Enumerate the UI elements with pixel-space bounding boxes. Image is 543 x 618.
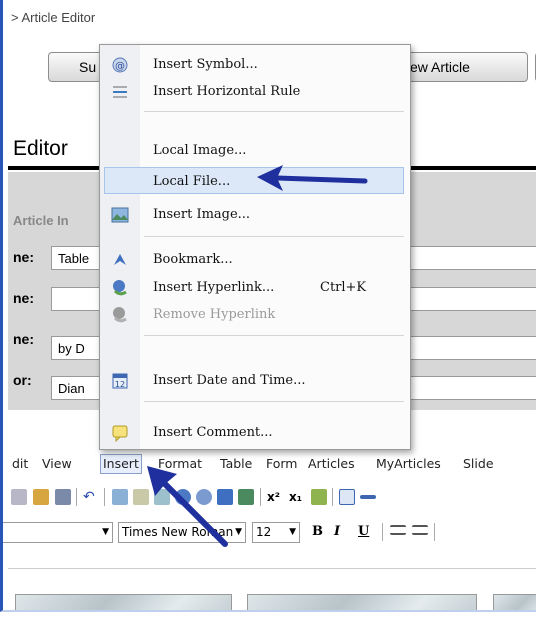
menu-item-label: Insert Symbol... bbox=[153, 57, 258, 72]
table-icon[interactable] bbox=[339, 489, 355, 505]
menu-item-label: Insert Hyperlink... bbox=[153, 280, 275, 295]
menu-insert[interactable]: Insert bbox=[100, 454, 142, 474]
field-label: ne: bbox=[13, 331, 34, 347]
menu-item-insert-symbol[interactable]: @ Insert Symbol... bbox=[100, 51, 410, 78]
menubar: dit View Insert Format Table Form Articl… bbox=[8, 452, 536, 476]
image-icon bbox=[111, 207, 129, 223]
underline-button[interactable]: U bbox=[358, 524, 369, 539]
svg-text:@: @ bbox=[115, 61, 125, 72]
paste-special-icon[interactable] bbox=[33, 489, 49, 505]
symbol-icon[interactable] bbox=[196, 489, 212, 505]
right-button[interactable] bbox=[535, 52, 536, 82]
menu-item-label: Insert Image... bbox=[153, 207, 251, 222]
menu-slide[interactable]: Slide bbox=[463, 456, 494, 471]
field-label: or: bbox=[13, 372, 32, 388]
menu-item-insert-date-time[interactable]: 12 Insert Date and Time... bbox=[100, 367, 410, 394]
breadcrumb[interactable]: > Article Editor bbox=[11, 10, 95, 25]
menu-format[interactable]: Format bbox=[158, 456, 202, 471]
subscript-icon[interactable]: x₁ bbox=[289, 489, 305, 505]
menu-item-label: Insert Horizontal Rule bbox=[153, 84, 301, 99]
size-value: 12 bbox=[256, 525, 272, 539]
menu-item-insert-hyperlink[interactable]: Insert Hyperlink... Ctrl+K bbox=[100, 274, 410, 301]
style-select[interactable]: ▼ bbox=[3, 522, 113, 543]
symbol-icon: @ bbox=[112, 57, 128, 73]
shortcut-label: Ctrl+K bbox=[320, 280, 367, 295]
undo-icon[interactable]: ↶ bbox=[83, 489, 99, 505]
menu-item-label: Insert Date and Time... bbox=[153, 373, 306, 388]
panel-legend: Article In bbox=[13, 213, 69, 228]
menu-item-remove-hyperlink: Remove Hyperlink bbox=[100, 301, 410, 328]
insert-menu: @ Insert Symbol... Insert Horizontal Rul… bbox=[99, 44, 411, 450]
hyperlink-icon[interactable] bbox=[175, 489, 191, 505]
comment-icon bbox=[112, 425, 128, 442]
menu-item-insert-comment[interactable]: Insert Comment... bbox=[100, 419, 410, 446]
indent-icon[interactable] bbox=[412, 525, 428, 535]
remove-hyperlink-icon bbox=[113, 307, 127, 323]
menu-form[interactable]: Form bbox=[266, 456, 298, 471]
editor-area-border bbox=[8, 568, 536, 569]
bookmark-icon[interactable] bbox=[217, 489, 233, 505]
menu-articles[interactable]: Articles bbox=[308, 456, 355, 471]
field-label: ne: bbox=[13, 249, 34, 265]
menu-myarticles[interactable]: MyArticles bbox=[376, 456, 441, 471]
paste-icon[interactable] bbox=[11, 489, 27, 505]
bold-button[interactable]: B bbox=[312, 524, 323, 539]
calendar-icon: 12 bbox=[112, 373, 128, 389]
menu-item-label: Remove Hyperlink bbox=[153, 307, 276, 322]
clear-format-icon[interactable] bbox=[311, 489, 327, 505]
thumbnail-image[interactable] bbox=[15, 594, 232, 610]
outdent-icon[interactable] bbox=[390, 525, 406, 535]
screenshot-frame: > Article Editor Su ew Article Editor Ar… bbox=[0, 0, 536, 612]
menu-separator bbox=[144, 236, 404, 237]
find-icon[interactable] bbox=[55, 489, 71, 505]
hyperlink-icon bbox=[113, 280, 127, 296]
menu-item-local-image[interactable]: Local Image... bbox=[100, 137, 410, 164]
menu-item-label: Local Image... bbox=[153, 143, 247, 158]
superscript-icon[interactable]: x² bbox=[267, 489, 283, 505]
copy-icon[interactable] bbox=[133, 489, 149, 505]
menu-view[interactable]: View bbox=[42, 456, 72, 471]
cut-icon[interactable] bbox=[112, 489, 128, 505]
toolbar-format: ▼ Times New Roman ▼ 12 ▼ B I U bbox=[3, 519, 536, 547]
more-icon[interactable] bbox=[360, 495, 376, 499]
thumbnail-image[interactable] bbox=[493, 594, 536, 610]
font-value: Times New Roman bbox=[122, 525, 234, 539]
font-select[interactable]: Times New Roman ▼ bbox=[118, 522, 246, 543]
horizontal-rule-icon bbox=[113, 86, 127, 98]
menu-separator bbox=[144, 111, 404, 112]
menu-item-insert-horizontal-rule[interactable]: Insert Horizontal Rule bbox=[100, 78, 410, 105]
menu-item-label: Bookmark... bbox=[153, 252, 233, 267]
italic-button[interactable]: I bbox=[334, 524, 340, 539]
toolbar-main: ↶ x² x₁ bbox=[8, 484, 536, 510]
size-select[interactable]: 12 ▼ bbox=[252, 522, 300, 543]
menu-table[interactable]: Table bbox=[220, 456, 252, 471]
menu-item-label: Insert Comment... bbox=[153, 425, 273, 440]
bookmark-icon bbox=[114, 254, 126, 265]
menu-item-local-file[interactable]: Local File... bbox=[104, 167, 404, 194]
thumbnail-image[interactable] bbox=[247, 594, 477, 610]
menu-item-bookmark[interactable]: Bookmark... bbox=[100, 246, 410, 273]
field-label: ne: bbox=[13, 290, 34, 306]
menu-item-insert-image[interactable]: Insert Image... bbox=[100, 201, 410, 228]
svg-text:12: 12 bbox=[115, 380, 125, 389]
menu-separator bbox=[144, 335, 404, 336]
image-icon[interactable] bbox=[238, 489, 254, 505]
horizontal-rule-icon[interactable] bbox=[154, 489, 170, 505]
menu-separator bbox=[144, 401, 404, 402]
editor-title: Editor bbox=[13, 137, 68, 160]
menu-item-label: Local File... bbox=[153, 174, 231, 189]
menu-edit[interactable]: dit bbox=[12, 456, 28, 471]
